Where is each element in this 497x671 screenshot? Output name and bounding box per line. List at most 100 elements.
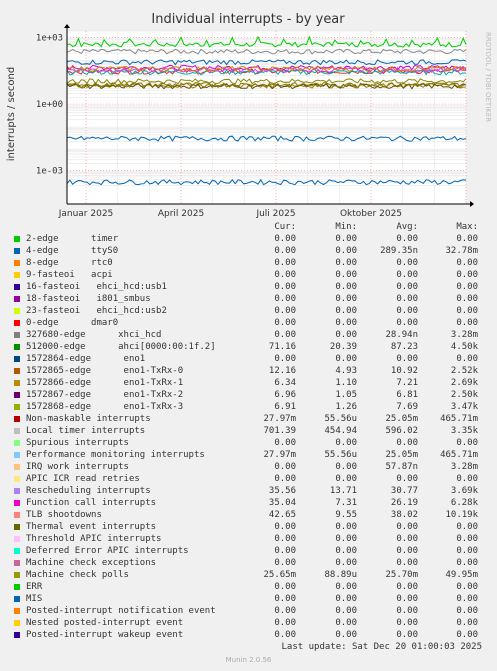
- x-tick-label: Januar 2025: [58, 209, 114, 219]
- legend-swatch: [14, 452, 20, 458]
- legend-swatch: [14, 392, 20, 398]
- legend-swatch: [14, 548, 20, 554]
- legend-cur-value: 0.00: [274, 270, 296, 280]
- legend-min-value: 0.00: [335, 270, 357, 280]
- legend-item: Nested posted-interrupt event 0.00 0.00 0.0…: [0, 617, 497, 629]
- legend-cur-value: 27.97m: [263, 450, 296, 460]
- y-ticks: 1e-03 1e+00 1e+03: [36, 34, 63, 177]
- legend-max-value: 32.78m: [445, 246, 478, 256]
- legend-cur-value: 0.00: [274, 294, 296, 304]
- legend-label: 1572866-edge eno1-TxRx-1: [26, 378, 184, 388]
- legend-min-value: 0.00: [335, 306, 357, 316]
- legend-max-value: 0.00: [456, 258, 478, 268]
- legend-cur-value: 0.00: [274, 630, 296, 640]
- legend-cur-value: 0.00: [274, 258, 296, 268]
- watermark: RRDTOOL / TOBI OETIKER: [484, 32, 492, 122]
- legend-max-value: 0.00: [456, 594, 478, 604]
- legend-label: ERR: [26, 582, 43, 592]
- legend-max-value: 0.00: [456, 618, 478, 628]
- legend-item: 16-fasteoi ehci_hcd:usb1 0.00 0.00 0.00 0.00: [0, 281, 497, 293]
- legend-min-value: 0.00: [335, 354, 357, 364]
- legend-item: 1572868-edge eno1-TxRx-3 6.91 1.26 7.69 3.47…: [0, 401, 497, 413]
- legend-item: Posted-interrupt notification event 0.00 0…: [0, 605, 497, 617]
- legend-cur-value: 0.00: [274, 474, 296, 484]
- legend-max-value: 0.00: [456, 282, 478, 292]
- legend-max-value: 2.69k: [450, 378, 478, 388]
- legend-item: 1572866-edge eno1-TxRx-1 6.34 1.10 7.21 2.69…: [0, 377, 497, 389]
- x-tick-label: Juli 2025: [255, 209, 295, 219]
- legend-cur-value: 35.56: [268, 486, 296, 496]
- legend-cur-value: 0.00: [274, 282, 296, 292]
- legend-cur-value: 0.00: [274, 594, 296, 604]
- legend-cur-value: 0.00: [274, 522, 296, 532]
- legend-swatch: [14, 248, 20, 254]
- legend-swatch: [14, 296, 20, 302]
- legend-label: 2-edge timer: [26, 234, 119, 244]
- y-axis-label: interrupts / second: [6, 67, 17, 161]
- legend-max-value: 0.00: [456, 474, 478, 484]
- legend-item: 1572864-edge eno1 0.00 0.00 0.00 0.00: [0, 353, 497, 365]
- x-tick-label: April 2025: [158, 209, 204, 219]
- legend-cur-value: 42.65: [268, 510, 296, 520]
- legend-max-value: 2.50k: [450, 390, 478, 400]
- legend-item: Thermal event interrupts 0.00 0.00 0.00 0.00: [0, 521, 497, 533]
- legend-min-value: 0.00: [335, 462, 357, 472]
- legend-label: Thermal event interrupts: [26, 522, 157, 532]
- legend-item: 1572865-edge eno1-TxRx-0 12.16 4.93 10.92 2.…: [0, 365, 497, 377]
- legend-swatch: [14, 260, 20, 266]
- legend-max-value: 465.71m: [440, 450, 478, 460]
- legend-item: 4-edge ttyS0 0.00 0.00 289.35n 32.78m: [0, 245, 497, 257]
- legend-header-max: Max:: [456, 222, 478, 232]
- legend-item: Local timer interrupts 701.39 454.94 596.02…: [0, 425, 497, 437]
- legend-max-value: 465.71m: [440, 414, 478, 424]
- legend-label: 23-fasteoi ehci_hcd:usb2: [26, 306, 167, 316]
- legend-max-value: 3.28m: [450, 330, 478, 340]
- plot-area: [67, 31, 466, 204]
- legend-cur-value: 0.00: [274, 462, 296, 472]
- legend-min-value: 1.26: [335, 402, 357, 412]
- legend-swatch: [14, 272, 20, 278]
- legend-min-value: 9.55: [335, 510, 357, 520]
- legend-swatch: [14, 284, 20, 290]
- legend-swatch: [14, 320, 20, 326]
- legend-min-value: 0.00: [335, 582, 357, 592]
- legend-swatch: [14, 488, 20, 494]
- legend-label: TLB shootdowns: [26, 510, 102, 520]
- legend-swatch: [14, 332, 20, 338]
- legend-max-value: 0.00: [456, 630, 478, 640]
- legend-item: Function call interrupts 35.04 7.31 26.19 6.…: [0, 497, 497, 509]
- legend-swatch: [14, 308, 20, 314]
- legend-max-value: 2.52k: [450, 366, 478, 376]
- legend-swatch: [14, 368, 20, 374]
- legend-swatch: [14, 440, 20, 446]
- legend-swatch: [14, 512, 20, 518]
- legend-header-min: Min:: [335, 222, 357, 232]
- legend-cur-value: 0.00: [274, 534, 296, 544]
- legend-label: APIC ICR read retries: [26, 474, 140, 484]
- legend-min-value: 88.89u: [324, 570, 357, 580]
- legend-item: TLB shootdowns 42.65 9.55 38.02 10.19k: [0, 509, 497, 521]
- legend-item: Non-maskable interrupts 27.97m 55.56u 25.05…: [0, 413, 497, 425]
- legend-label: 0-edge dmar0: [26, 318, 119, 328]
- legend-max-value: 0.00: [456, 234, 478, 244]
- legend-min-value: 0.00: [335, 630, 357, 640]
- legend: Cur: Min: Avg: Max: 2-edge timer 0.00 0.00…: [0, 221, 497, 641]
- chart-title: Individual interrupts - by year: [151, 12, 345, 27]
- legend-swatch: [14, 236, 20, 242]
- legend-label: Posted-interrupt notification event: [26, 606, 216, 616]
- legend-cur-value: 6.96: [274, 390, 296, 400]
- legend-label: 18-fasteoi i801_smbus: [26, 294, 151, 304]
- legend-min-value: 55.56u: [324, 414, 357, 424]
- legend-header-cur: Cur:: [274, 222, 296, 232]
- legend-min-value: 0.00: [335, 318, 357, 328]
- legend-item: Spurious interrupts 0.00 0.00 0.00 0.00: [0, 437, 497, 449]
- legend-item: Threshold APIC interrupts 0.00 0.00 0.00 0.0…: [0, 533, 497, 545]
- legend-cur-value: 0.00: [274, 306, 296, 316]
- legend-swatch: [14, 620, 20, 626]
- legend-swatch: [14, 632, 20, 638]
- legend-max-value: 0.00: [456, 294, 478, 304]
- legend-swatch: [14, 608, 20, 614]
- legend-label: Rescheduling interrupts: [26, 486, 151, 496]
- legend-label: 1572865-edge eno1-TxRx-0: [26, 366, 184, 376]
- legend-swatch: [14, 464, 20, 470]
